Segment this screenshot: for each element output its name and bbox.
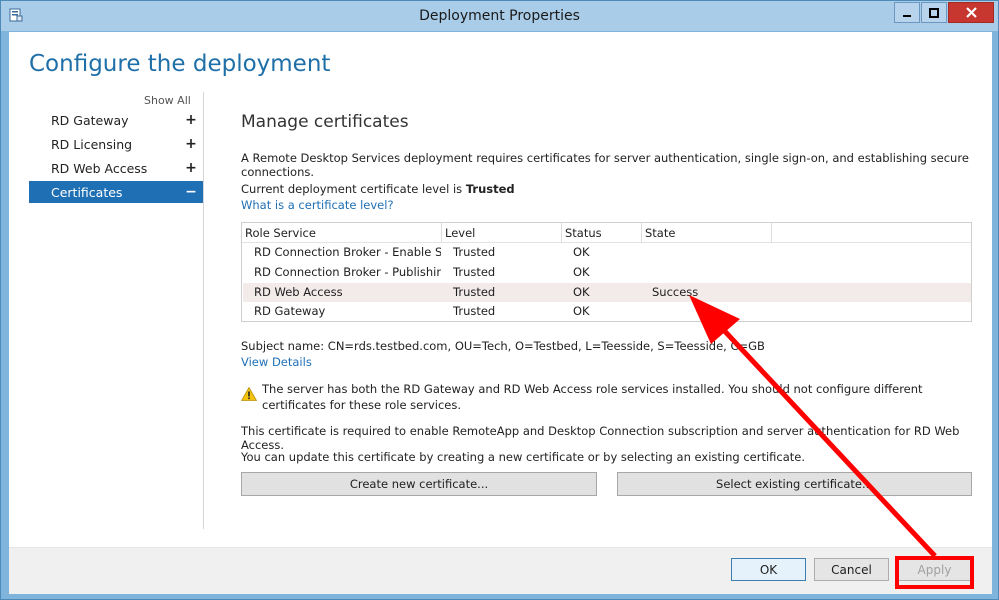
collapse-minus-icon: − <box>185 184 197 200</box>
nav-item-certificates[interactable]: Certificates − <box>29 181 203 203</box>
create-new-certificate-button[interactable]: Create new certificate... <box>241 472 597 496</box>
column-header-level[interactable]: Level <box>442 223 562 243</box>
window-title: Deployment Properties <box>419 8 580 24</box>
subject-name-text: Subject name: CN=rds.testbed.com, OU=Tec… <box>241 339 765 353</box>
intro-text: A Remote Desktop Services deployment req… <box>241 151 969 179</box>
column-header-status[interactable]: Status <box>562 223 642 243</box>
table-row[interactable]: RD Connection Broker - Enable Single Sig… <box>243 243 971 262</box>
minimize-button[interactable] <box>894 2 920 23</box>
certificate-level-prefix: Current deployment certificate level is <box>241 182 466 196</box>
minimize-icon <box>903 14 911 17</box>
maximize-icon <box>929 7 939 18</box>
apply-button[interactable]: Apply <box>897 558 972 581</box>
certificates-table: Role Service Level Status State RD Conne… <box>241 222 972 322</box>
update-note-text: You can update this certificate by creat… <box>241 450 806 464</box>
expand-plus-icon: + <box>185 136 197 152</box>
table-row-selected[interactable]: RD Web Access Trusted OK Success <box>243 283 971 302</box>
ok-button[interactable]: OK <box>731 558 806 581</box>
nav-item-label: RD Web Access <box>51 160 148 176</box>
certificate-level-help-link[interactable]: What is a certificate level? <box>241 198 394 212</box>
view-details-link[interactable]: View Details <box>241 355 312 369</box>
cell-status: OK <box>573 285 590 299</box>
nav-divider <box>203 92 204 529</box>
certificate-level-text: Current deployment certificate level is … <box>241 182 515 196</box>
dialog-body: Configure the deployment Show All RD Gat… <box>9 32 992 594</box>
warning-text: The server has both the RD Gateway and R… <box>262 382 923 412</box>
section-title: Manage certificates <box>241 112 409 132</box>
select-existing-certificate-button[interactable]: Select existing certificate... <box>617 472 972 496</box>
nav-item-label: Certificates <box>51 184 123 200</box>
warning-icon <box>241 387 257 401</box>
close-icon <box>965 7 977 18</box>
cell-state: Success <box>652 285 699 299</box>
cell-status: OK <box>573 304 590 318</box>
column-header-state[interactable]: State <box>642 223 772 243</box>
cell-level: Trusted <box>453 285 496 299</box>
column-header-role-service[interactable]: Role Service <box>242 223 442 243</box>
cell-status: OK <box>573 265 590 279</box>
title-bar[interactable]: Deployment Properties <box>1 1 998 31</box>
cell-role-service: RD Gateway <box>254 304 326 318</box>
cell-status: OK <box>573 245 590 259</box>
cell-level: Trusted <box>453 304 496 318</box>
certificate-level-value: Trusted <box>465 182 515 196</box>
nav-item-rd-gateway[interactable]: RD Gateway + <box>29 109 203 131</box>
nav-item-rd-web-access[interactable]: RD Web Access + <box>29 157 203 179</box>
cell-level: Trusted <box>453 265 496 279</box>
show-all-link[interactable]: Show All <box>144 94 191 107</box>
expand-plus-icon: + <box>185 160 197 176</box>
nav-item-rd-licensing[interactable]: RD Licensing + <box>29 133 203 155</box>
cell-level: Trusted <box>453 245 496 259</box>
deployment-properties-window: Deployment Properties Configure the depl… <box>0 0 999 600</box>
dialog-footer: OK Cancel Apply <box>9 548 992 594</box>
required-note-text: This certificate is required to enable R… <box>241 424 960 452</box>
table-row[interactable]: RD Gateway Trusted OK <box>243 302 971 321</box>
expand-plus-icon: + <box>185 112 197 128</box>
maximize-button[interactable] <box>921 2 947 23</box>
cell-role-service: RD Web Access <box>254 285 343 299</box>
cancel-button[interactable]: Cancel <box>814 558 889 581</box>
cell-role-service: RD Connection Broker - Publishing <box>254 265 441 279</box>
table-header: Role Service Level Status State <box>242 223 971 243</box>
page-title: Configure the deployment <box>29 51 331 77</box>
nav-item-label: RD Licensing <box>51 136 133 152</box>
close-button[interactable] <box>948 2 994 23</box>
table-row[interactable]: RD Connection Broker - Publishing Truste… <box>243 263 971 282</box>
cell-role-service: RD Connection Broker - Enable Single Sig… <box>254 245 441 259</box>
nav-item-label: RD Gateway <box>51 112 129 128</box>
